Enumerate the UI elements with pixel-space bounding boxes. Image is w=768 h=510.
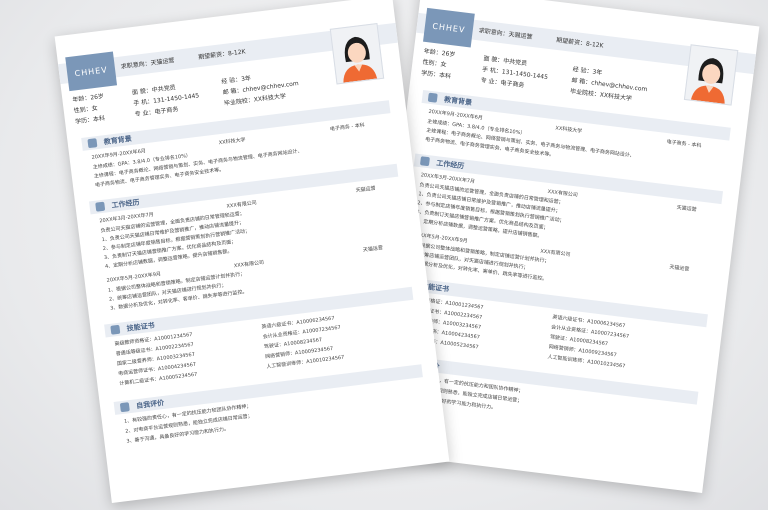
logo: CHHEV — [423, 7, 475, 48]
job-company: XXX有限公司 — [547, 188, 579, 199]
education-major: 电子商务 - 本科 — [329, 122, 366, 133]
age: 年龄：26岁 — [72, 92, 105, 104]
education-major: 电子商务 - 本科 — [666, 139, 702, 150]
education-level: 学历：本科 — [420, 69, 452, 81]
section-title: 自我评价 — [135, 398, 165, 411]
briefcase-icon — [419, 156, 430, 167]
education-level: 学历：本科 — [74, 114, 106, 126]
graduation-cap-icon — [427, 92, 438, 103]
job-role: 天猫运营 — [355, 185, 376, 194]
section-title: 技能证书 — [126, 321, 156, 333]
logo: CHHEV — [65, 51, 118, 92]
job-company: XXX有限公司 — [539, 248, 571, 259]
job-role: 天猫运营 — [676, 204, 697, 214]
section-title: 教育背景 — [443, 95, 473, 107]
gender: 性别：女 — [422, 58, 447, 69]
avatar — [329, 23, 385, 85]
education-school: XX科技大学 — [218, 136, 246, 147]
resume-page-front: CHHEV 求职意向：天猫运营 期望薪资：8-12K 年龄：26岁 性别：女 学… — [54, 0, 450, 503]
education-school: XX科技大学 — [555, 125, 583, 135]
section-title: 工作经历 — [435, 159, 465, 171]
job-company: XXX有限公司 — [226, 200, 258, 210]
job-role: 天猫运营 — [362, 245, 384, 254]
avatar — [683, 44, 739, 106]
briefcase-icon — [95, 201, 106, 212]
certificate-icon — [110, 324, 121, 335]
job-company: XXX有限公司 — [233, 259, 265, 270]
user-icon — [119, 402, 130, 413]
gender: 性别：女 — [73, 104, 99, 115]
section-title: 工作经历 — [111, 198, 140, 210]
graduation-cap-icon — [87, 138, 98, 149]
section-title: 教育背景 — [103, 134, 133, 147]
job-role: 天猫运营 — [668, 264, 690, 273]
